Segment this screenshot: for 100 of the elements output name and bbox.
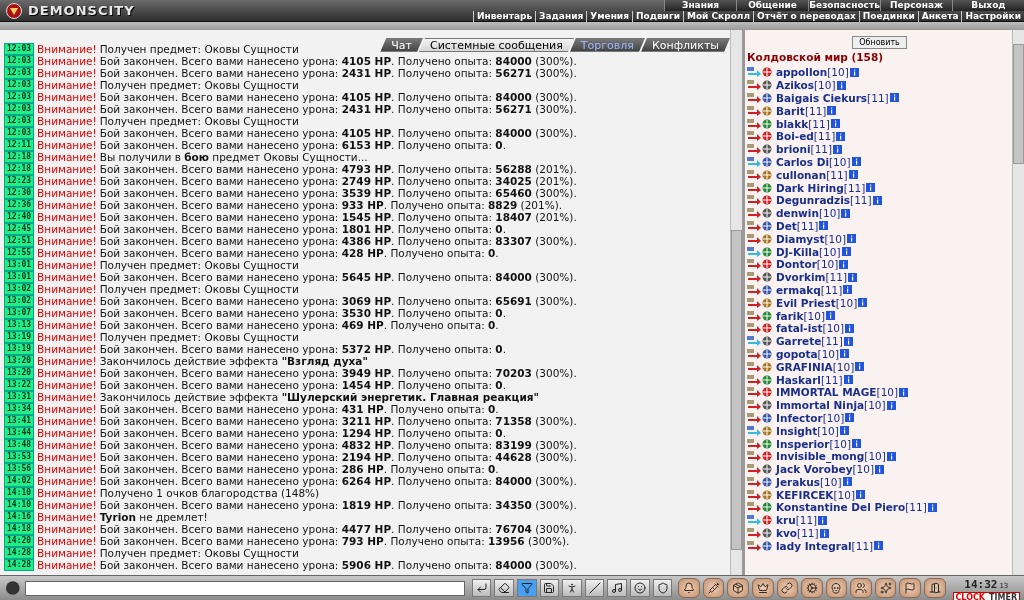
user-name[interactable]: Konstantine Del Piero xyxy=(776,501,906,514)
info-icon[interactable] xyxy=(856,490,866,500)
info-icon[interactable] xyxy=(875,464,885,474)
info-icon[interactable] xyxy=(842,477,852,487)
info-icon[interactable] xyxy=(848,272,858,282)
user-name[interactable]: Dark Hiring xyxy=(776,181,844,194)
info-icon[interactable] xyxy=(852,439,861,448)
info-icon[interactable] xyxy=(841,208,851,218)
user-name[interactable]: Carlos Di xyxy=(776,155,829,168)
user-name[interactable]: Immortal Ninja xyxy=(776,399,865,412)
action-button[interactable] xyxy=(752,578,774,598)
info-icon[interactable] xyxy=(843,375,853,384)
info-icon[interactable] xyxy=(886,400,896,410)
info-icon[interactable] xyxy=(819,221,829,231)
action-button[interactable] xyxy=(727,578,749,598)
info-icon[interactable] xyxy=(849,67,859,77)
user-name[interactable]: Baigais Ciekurs xyxy=(776,92,868,104)
menu-button[interactable]: Общение xyxy=(736,0,808,11)
user-name[interactable]: denwin xyxy=(776,207,819,220)
toolbar-button[interactable] xyxy=(652,579,673,597)
user-name[interactable]: Infector xyxy=(776,411,823,424)
user-name[interactable]: lady Integral xyxy=(776,539,852,552)
user-name[interactable]: IMMORTAL MAGE xyxy=(776,386,877,399)
user-name[interactable]: Azikos xyxy=(776,79,814,92)
user-name[interactable]: Dontor xyxy=(776,258,817,271)
info-icon[interactable] xyxy=(872,195,882,205)
refresh-button[interactable]: Обновить xyxy=(852,36,907,49)
user-name[interactable]: GRAFINIA xyxy=(776,360,833,373)
user-name[interactable]: farik xyxy=(776,309,804,322)
user-name[interactable]: gopota xyxy=(776,347,818,360)
user-name[interactable]: ermakq xyxy=(776,283,821,296)
info-icon[interactable] xyxy=(851,157,861,167)
action-button[interactable] xyxy=(702,578,725,598)
info-icon[interactable] xyxy=(845,413,855,423)
info-icon[interactable] xyxy=(889,93,899,103)
user-name[interactable]: Boi-ed xyxy=(776,130,814,143)
user-name[interactable]: KEFIRCEK xyxy=(776,488,834,501)
action-button[interactable] xyxy=(801,578,823,598)
toolbar-button[interactable] xyxy=(607,579,628,597)
action-button[interactable] xyxy=(825,578,848,598)
user-name[interactable]: kru xyxy=(776,514,796,527)
info-icon[interactable] xyxy=(819,528,829,538)
info-icon[interactable] xyxy=(839,259,849,269)
chat-tab[interactable]: Торговля xyxy=(569,38,645,52)
info-icon[interactable] xyxy=(843,285,853,295)
action-button[interactable] xyxy=(776,578,799,598)
timer-tab[interactable]: TIMER xyxy=(987,592,1020,600)
info-icon[interactable] xyxy=(841,247,851,257)
info-icon[interactable] xyxy=(855,362,865,372)
info-icon[interactable] xyxy=(847,234,857,244)
info-icon[interactable] xyxy=(818,515,828,525)
info-icon[interactable] xyxy=(845,323,855,333)
info-icon[interactable] xyxy=(830,119,840,129)
scrollbar[interactable] xyxy=(1012,30,1024,575)
chat-input[interactable] xyxy=(24,580,465,596)
toolbar-button[interactable] xyxy=(539,579,560,597)
info-icon[interactable] xyxy=(866,183,876,193)
action-button[interactable] xyxy=(678,578,700,598)
menu-button[interactable]: Персонаж xyxy=(880,0,952,11)
toolbar-button[interactable] xyxy=(471,579,492,597)
user-name[interactable]: Insight xyxy=(776,424,818,437)
user-name[interactable]: Haskarl xyxy=(776,373,821,386)
info-icon[interactable] xyxy=(826,311,835,321)
user-name[interactable]: Barit xyxy=(776,104,805,117)
user-name[interactable]: blakk xyxy=(776,117,809,130)
user-name[interactable]: Jerakus xyxy=(776,475,820,488)
menu-button[interactable]: Выход xyxy=(952,0,1024,11)
user-name[interactable]: cullonan xyxy=(776,168,827,181)
action-button[interactable] xyxy=(874,578,897,598)
user-name[interactable]: brioni xyxy=(776,143,811,156)
toolbar-button[interactable] xyxy=(584,579,605,597)
user-name[interactable]: Degunradzis xyxy=(776,194,851,207)
info-icon[interactable] xyxy=(927,503,937,512)
toolbar-button[interactable] xyxy=(630,579,650,597)
info-icon[interactable] xyxy=(833,144,843,154)
info-icon[interactable] xyxy=(827,106,837,116)
user-name[interactable]: appollon xyxy=(776,66,828,79)
head-icon[interactable] xyxy=(4,580,22,596)
user-name[interactable]: Diamyst xyxy=(776,232,825,245)
user-name[interactable]: fatal-ist xyxy=(776,322,823,335)
user-name[interactable]: Invisible_mong xyxy=(776,450,865,463)
user-name[interactable]: Insperior xyxy=(776,437,830,450)
user-name[interactable]: Jack Vorobey xyxy=(776,463,853,476)
clock-tab[interactable]: CLOCK xyxy=(953,592,988,600)
scrollbar[interactable] xyxy=(730,30,742,575)
menu-button[interactable]: Безопасность xyxy=(808,0,880,11)
info-icon[interactable] xyxy=(874,541,884,551)
info-icon[interactable] xyxy=(886,451,896,461)
info-icon[interactable] xyxy=(836,80,846,90)
info-icon[interactable] xyxy=(843,336,853,346)
user-name[interactable]: Det xyxy=(776,219,797,232)
info-icon[interactable] xyxy=(840,349,850,359)
menu-button[interactable]: Знания xyxy=(664,0,736,11)
user-name[interactable]: DJ-Killa xyxy=(776,245,819,258)
user-name[interactable]: Dvorkim xyxy=(776,271,826,284)
user-name[interactable]: Evil Priest xyxy=(776,296,836,309)
info-icon[interactable] xyxy=(848,170,858,180)
exit-button[interactable] xyxy=(923,578,946,598)
info-icon[interactable] xyxy=(858,298,868,308)
toolbar-button[interactable] xyxy=(562,579,582,597)
